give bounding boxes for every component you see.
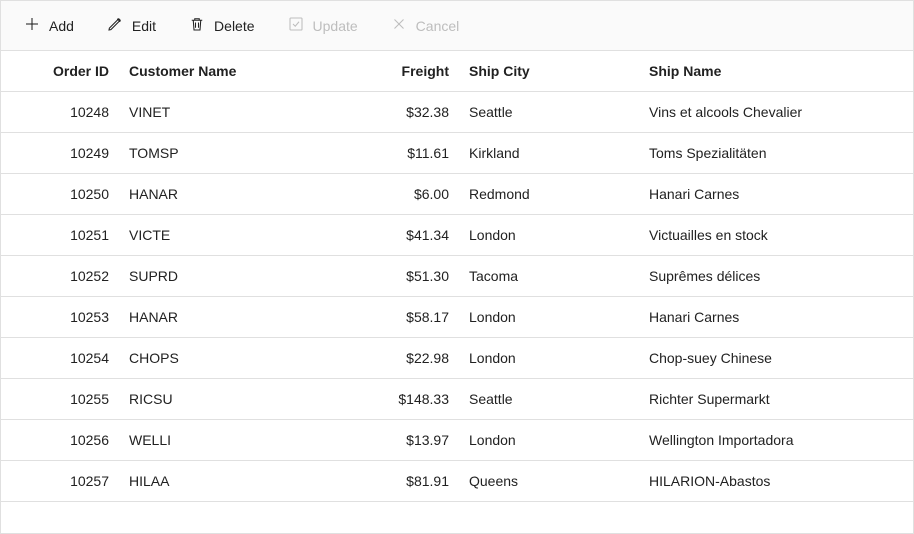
cell-freight: $13.97 xyxy=(321,420,461,460)
cell-freight: $32.38 xyxy=(321,92,461,132)
cell-freight: $148.33 xyxy=(321,379,461,419)
cell-orderid: 10248 xyxy=(1,92,121,132)
cell-shipname: Richter Supermarkt xyxy=(641,379,871,419)
add-button[interactable]: Add xyxy=(9,9,88,42)
table-row[interactable]: 10250HANAR$6.00RedmondHanari Carnes xyxy=(1,174,913,215)
plus-icon xyxy=(23,15,41,36)
table-row[interactable]: 10254CHOPS$22.98LondonChop-suey Chinese xyxy=(1,338,913,379)
cell-freight: $81.91 xyxy=(321,461,461,501)
cell-shipname: Chop-suey Chinese xyxy=(641,338,871,378)
cell-shipname: Suprêmes délices xyxy=(641,256,871,296)
cell-orderid: 10249 xyxy=(1,133,121,173)
cell-shipcity: London xyxy=(461,297,641,337)
cell-shipcity: Seattle xyxy=(461,92,641,132)
table-row[interactable]: 10252SUPRD$51.30TacomaSuprêmes délices xyxy=(1,256,913,297)
edit-button[interactable]: Edit xyxy=(92,9,170,42)
cell-freight: $58.17 xyxy=(321,297,461,337)
update-button[interactable]: Update xyxy=(273,9,372,42)
table-row[interactable]: 10257HILAA$81.91QueensHILARION-Abastos xyxy=(1,461,913,502)
cell-shipname: Victuailles en stock xyxy=(641,215,871,255)
column-header-freight[interactable]: Freight xyxy=(321,51,461,91)
cell-shipcity: London xyxy=(461,338,641,378)
cell-shipname: Hanari Carnes xyxy=(641,297,871,337)
cell-customer: HANAR xyxy=(121,297,321,337)
cell-shipname: Toms Spezialitäten xyxy=(641,133,871,173)
table-row[interactable]: 10256WELLI$13.97LondonWellington Importa… xyxy=(1,420,913,461)
delete-button[interactable]: Delete xyxy=(174,9,268,42)
cell-orderid: 10251 xyxy=(1,215,121,255)
pencil-icon xyxy=(106,15,124,36)
cell-shipcity: Queens xyxy=(461,461,641,501)
cell-freight: $51.30 xyxy=(321,256,461,296)
cell-shipname: Wellington Importadora xyxy=(641,420,871,460)
edit-label: Edit xyxy=(132,18,156,34)
cell-shipcity: Tacoma xyxy=(461,256,641,296)
table-row[interactable]: 10251VICTE$41.34LondonVictuailles en sto… xyxy=(1,215,913,256)
cell-orderid: 10255 xyxy=(1,379,121,419)
cell-freight: $41.34 xyxy=(321,215,461,255)
cell-customer: CHOPS xyxy=(121,338,321,378)
cell-orderid: 10257 xyxy=(1,461,121,501)
cell-customer: RICSU xyxy=(121,379,321,419)
add-label: Add xyxy=(49,18,74,34)
column-header-customer[interactable]: Customer Name xyxy=(121,51,321,91)
column-header-shipname[interactable]: Ship Name xyxy=(641,51,871,91)
cell-shipcity: London xyxy=(461,420,641,460)
table-row[interactable]: 10249TOMSP$11.61KirklandToms Spezialität… xyxy=(1,133,913,174)
cancel-button[interactable]: Cancel xyxy=(376,9,474,42)
cell-customer: VINET xyxy=(121,92,321,132)
column-header-row: Order ID Customer Name Freight Ship City… xyxy=(1,51,913,92)
cell-customer: SUPRD xyxy=(121,256,321,296)
delete-label: Delete xyxy=(214,18,254,34)
cell-shipname: Hanari Carnes xyxy=(641,174,871,214)
cancel-label: Cancel xyxy=(416,18,460,34)
cell-customer: HANAR xyxy=(121,174,321,214)
cell-customer: WELLI xyxy=(121,420,321,460)
data-grid: Add Edit Delete Update Cancel xyxy=(0,0,914,534)
column-header-orderid[interactable]: Order ID xyxy=(1,51,121,91)
cell-freight: $11.61 xyxy=(321,133,461,173)
cell-orderid: 10256 xyxy=(1,420,121,460)
cell-customer: VICTE xyxy=(121,215,321,255)
cell-customer: TOMSP xyxy=(121,133,321,173)
cell-orderid: 10253 xyxy=(1,297,121,337)
table-row[interactable]: 10248VINET$32.38SeattleVins et alcools C… xyxy=(1,92,913,133)
cell-customer: HILAA xyxy=(121,461,321,501)
cell-orderid: 10254 xyxy=(1,338,121,378)
cell-orderid: 10252 xyxy=(1,256,121,296)
update-label: Update xyxy=(313,18,358,34)
cell-shipname: HILARION-Abastos xyxy=(641,461,871,501)
cell-shipcity: Redmond xyxy=(461,174,641,214)
toolbar: Add Edit Delete Update Cancel xyxy=(1,1,913,51)
cell-orderid: 10250 xyxy=(1,174,121,214)
cell-shipcity: London xyxy=(461,215,641,255)
close-icon xyxy=(390,15,408,36)
cell-freight: $6.00 xyxy=(321,174,461,214)
table-row[interactable]: 10253HANAR$58.17LondonHanari Carnes xyxy=(1,297,913,338)
trash-icon xyxy=(188,15,206,36)
cell-freight: $22.98 xyxy=(321,338,461,378)
column-header-shipcity[interactable]: Ship City xyxy=(461,51,641,91)
cell-shipname: Vins et alcools Chevalier xyxy=(641,92,871,132)
check-save-icon xyxy=(287,15,305,36)
cell-shipcity: Kirkland xyxy=(461,133,641,173)
table-row[interactable]: 10255RICSU$148.33SeattleRichter Supermar… xyxy=(1,379,913,420)
grid-body[interactable]: 10248VINET$32.38SeattleVins et alcools C… xyxy=(1,92,913,533)
cell-shipcity: Seattle xyxy=(461,379,641,419)
